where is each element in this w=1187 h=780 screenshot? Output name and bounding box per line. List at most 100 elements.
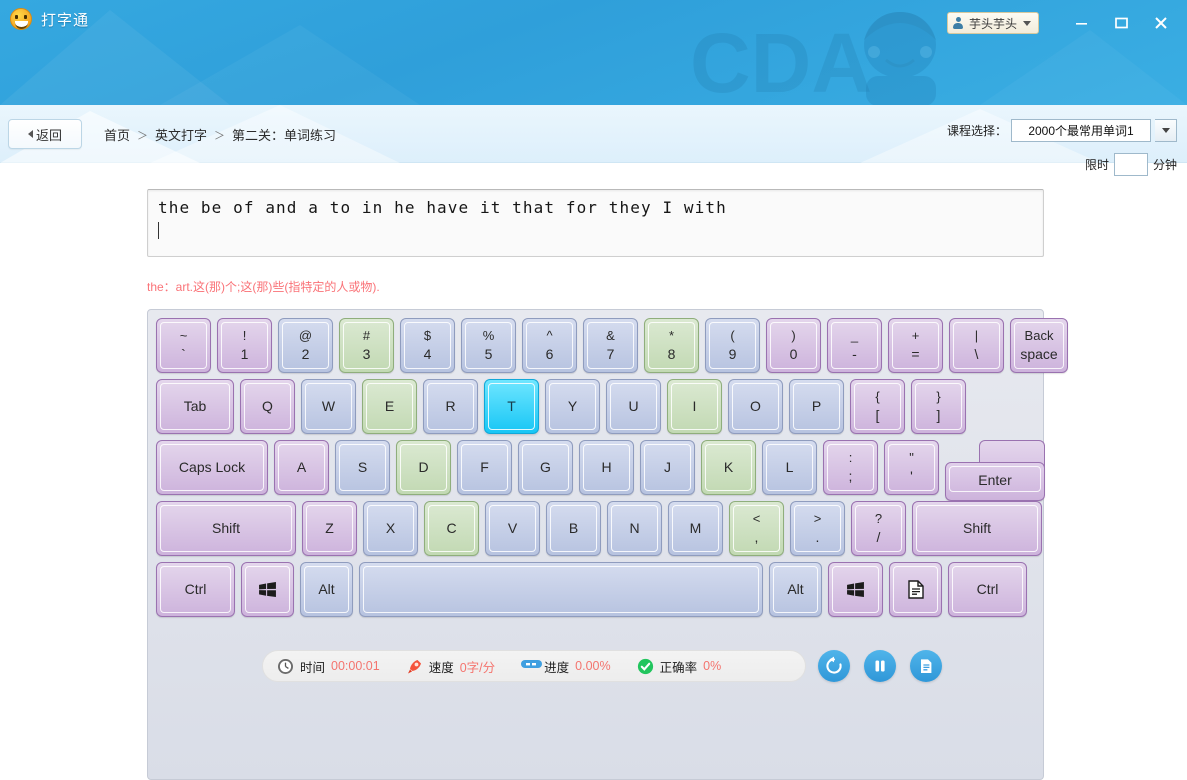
keyboard-row: Caps Lock A S D F G H J K L:; " ' Enter bbox=[156, 440, 1045, 501]
key-6[interactable]: ^ 6 bbox=[522, 318, 577, 373]
key-c[interactable]: C bbox=[424, 501, 479, 556]
key-windows-icon[interactable] bbox=[241, 562, 294, 617]
virtual-keyboard: ~ `! 1 @2 #3 $4% 5 ^ 6 & 7 * 8(9) 0 _ - + = | \ Back space Tab… bbox=[147, 309, 1068, 780]
key-label-lower: - bbox=[852, 346, 857, 363]
restart-button[interactable] bbox=[818, 650, 850, 682]
breadcrumb-item-home[interactable]: 首页 bbox=[104, 125, 130, 144]
key-5[interactable]: % 5 bbox=[461, 318, 516, 373]
key-[interactable]: + = bbox=[888, 318, 943, 373]
time-limit-input[interactable] bbox=[1113, 153, 1148, 176]
key-[interactable]: ? / bbox=[851, 501, 906, 556]
key-label-upper: # bbox=[362, 327, 371, 343]
key-[interactable]: :; bbox=[823, 440, 878, 495]
key-2[interactable]: @2 bbox=[278, 318, 333, 373]
key-b[interactable]: B bbox=[546, 501, 601, 556]
key-alt[interactable]: Alt bbox=[300, 562, 353, 617]
key-ctrl[interactable]: Ctrl bbox=[156, 562, 235, 617]
key-[interactable]: }] bbox=[911, 379, 966, 434]
key-shift[interactable]: Shift bbox=[912, 501, 1042, 556]
key-label-upper: $ bbox=[423, 327, 432, 343]
key-v[interactable]: V bbox=[485, 501, 540, 556]
key-label-lower: ] bbox=[936, 407, 941, 424]
menu-doc-icon bbox=[907, 580, 924, 599]
user-menu-button[interactable]: 芋头芋头 bbox=[946, 12, 1039, 34]
key-9[interactable]: (9 bbox=[705, 318, 760, 373]
key-[interactable]: {[ bbox=[850, 379, 905, 434]
course-select-dropdown-button[interactable] bbox=[1155, 119, 1177, 142]
key-d[interactable]: D bbox=[396, 440, 451, 495]
key-r[interactable]: R bbox=[423, 379, 478, 434]
key-[interactable]: >. bbox=[790, 501, 845, 556]
menu-doc-icon bbox=[907, 580, 924, 599]
key-label: O bbox=[750, 398, 761, 415]
key-0[interactable]: ) 0 bbox=[766, 318, 821, 373]
close-button[interactable] bbox=[1141, 8, 1181, 38]
key-m[interactable]: M bbox=[668, 501, 723, 556]
key-label-lower: . bbox=[815, 529, 820, 546]
key-[interactable]: | \ bbox=[949, 318, 1004, 373]
key-label: Ctrl bbox=[976, 581, 999, 598]
key-t[interactable]: T bbox=[484, 379, 539, 434]
stat-accuracy-label: 正确率 bbox=[659, 660, 698, 675]
space-key[interactable] bbox=[359, 562, 763, 617]
key-label: Alt bbox=[318, 581, 335, 598]
windows-icon bbox=[847, 582, 864, 597]
key-menu-doc-icon[interactable] bbox=[889, 562, 942, 617]
key-[interactable]: ~ ` bbox=[156, 318, 211, 373]
report-button[interactable] bbox=[910, 650, 942, 682]
key-3[interactable]: #3 bbox=[339, 318, 394, 373]
key-alt[interactable]: Alt bbox=[769, 562, 822, 617]
key-e[interactable]: E bbox=[362, 379, 417, 434]
key-caps-lock[interactable]: Caps Lock bbox=[156, 440, 268, 495]
key-u[interactable]: U bbox=[606, 379, 661, 434]
breadcrumb-item-english[interactable]: 英文打字 bbox=[155, 125, 207, 144]
key-y[interactable]: Y bbox=[545, 379, 600, 434]
pause-button[interactable] bbox=[864, 650, 896, 682]
key-label-lower: 0 bbox=[789, 346, 798, 363]
key-8[interactable]: * 8 bbox=[644, 318, 699, 373]
key-backspace[interactable]: Back space bbox=[1010, 318, 1068, 373]
key-[interactable]: _ - bbox=[827, 318, 882, 373]
key-g[interactable]: G bbox=[518, 440, 573, 495]
key-q[interactable]: Q bbox=[240, 379, 295, 434]
key-enter[interactable]: Enter bbox=[945, 440, 1045, 501]
key-[interactable]: <, bbox=[729, 501, 784, 556]
key-z[interactable]: Z bbox=[302, 501, 357, 556]
key-4[interactable]: $4 bbox=[400, 318, 455, 373]
key-a[interactable]: A bbox=[274, 440, 329, 495]
key-tab[interactable]: Tab bbox=[156, 379, 234, 434]
key-i[interactable]: I bbox=[667, 379, 722, 434]
course-select-value[interactable]: 2000个最常用单词1 bbox=[1011, 119, 1151, 142]
main-content: the be of and a to in he have it that fo… bbox=[0, 163, 1187, 780]
key-h[interactable]: H bbox=[579, 440, 634, 495]
key-ctrl[interactable]: Ctrl bbox=[948, 562, 1027, 617]
back-button[interactable]: 返回 bbox=[8, 119, 82, 149]
key-l[interactable]: L bbox=[762, 440, 817, 495]
key-1[interactable]: ! 1 bbox=[217, 318, 272, 373]
key-o[interactable]: O bbox=[728, 379, 783, 434]
key-label: H bbox=[601, 459, 612, 476]
person-icon bbox=[953, 17, 964, 29]
key-windows-icon[interactable] bbox=[828, 562, 883, 617]
key-shift[interactable]: Shift bbox=[156, 501, 296, 556]
key-7[interactable]: & 7 bbox=[583, 318, 638, 373]
key-label-lower: [ bbox=[875, 407, 880, 424]
key-n[interactable]: N bbox=[607, 501, 662, 556]
key-f[interactable]: F bbox=[457, 440, 512, 495]
maximize-button[interactable] bbox=[1101, 8, 1141, 38]
key-k[interactable]: K bbox=[701, 440, 756, 495]
minimize-button[interactable] bbox=[1061, 8, 1101, 38]
key-w[interactable]: W bbox=[301, 379, 356, 434]
typing-input-line[interactable] bbox=[158, 219, 1033, 241]
key-label: Shift bbox=[962, 520, 991, 537]
key-label-lower: 6 bbox=[545, 346, 554, 363]
key-x[interactable]: X bbox=[363, 501, 418, 556]
key-p[interactable]: P bbox=[789, 379, 844, 434]
key-s[interactable]: S bbox=[335, 440, 390, 495]
key-j[interactable]: J bbox=[640, 440, 695, 495]
text-caret bbox=[158, 221, 159, 239]
window-controls: 芋头芋头 bbox=[946, 8, 1181, 38]
key-[interactable]: " ' bbox=[884, 440, 939, 495]
typing-area[interactable]: the be of and a to in he have it that fo… bbox=[147, 189, 1044, 257]
key-label-lower: 3 bbox=[362, 346, 371, 363]
